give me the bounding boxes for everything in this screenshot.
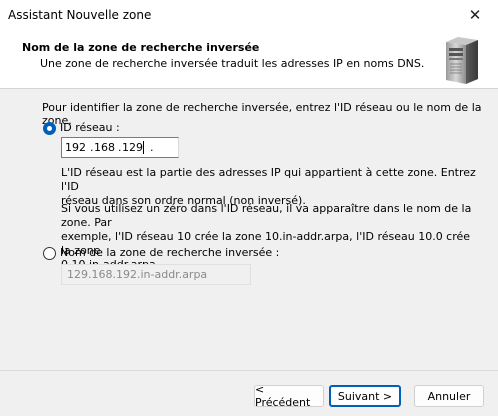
window-title: Assistant Nouvelle zone — [8, 8, 152, 22]
text-cursor — [143, 141, 144, 154]
network-id-label: ID réseau : — [60, 121, 120, 134]
footer-separator — [0, 370, 498, 371]
page-title: Nom de la zone de recherche inversée — [22, 41, 260, 54]
ip-octet-3[interactable]: 129 — [122, 141, 143, 154]
cancel-button[interactable]: Annuler — [414, 385, 484, 407]
ip-octet-1[interactable]: 192 — [65, 141, 86, 154]
back-button[interactable]: < Précédent — [254, 383, 324, 409]
zone-name-radio[interactable] — [43, 247, 56, 260]
page-subtitle: Une zone de recherche inversée traduit l… — [40, 57, 425, 70]
zone-name-input[interactable]: 129.168.192.in-addr.arpa — [61, 264, 251, 285]
zero-hint-line: Si vous utilisez un zéro dans l'ID résea… — [61, 202, 472, 229]
title-bar: Assistant Nouvelle zone ✕ — [0, 0, 498, 30]
close-button[interactable]: ✕ — [452, 0, 498, 30]
wizard-header: Nom de la zone de recherche inversée Une… — [0, 30, 498, 89]
close-icon: ✕ — [468, 6, 482, 24]
network-id-radio[interactable] — [43, 122, 56, 135]
next-button[interactable]: Suivant > — [329, 385, 401, 407]
ip-dot: . — [118, 141, 122, 154]
server-icon — [446, 37, 478, 84]
ip-dot: . — [90, 141, 94, 154]
help-line: L'ID réseau est la partie des adresses I… — [61, 166, 476, 193]
ip-octet-2[interactable]: 168 — [94, 141, 115, 154]
zone-name-label: Nom de la zone de recherche inversée : — [60, 246, 280, 259]
network-id-ip-field[interactable]: 192 . 168 . 129 . — [61, 137, 179, 158]
zero-hint-text: Si vous utilisez un zéro dans l'ID résea… — [61, 202, 481, 272]
ip-dot: . — [150, 141, 154, 154]
